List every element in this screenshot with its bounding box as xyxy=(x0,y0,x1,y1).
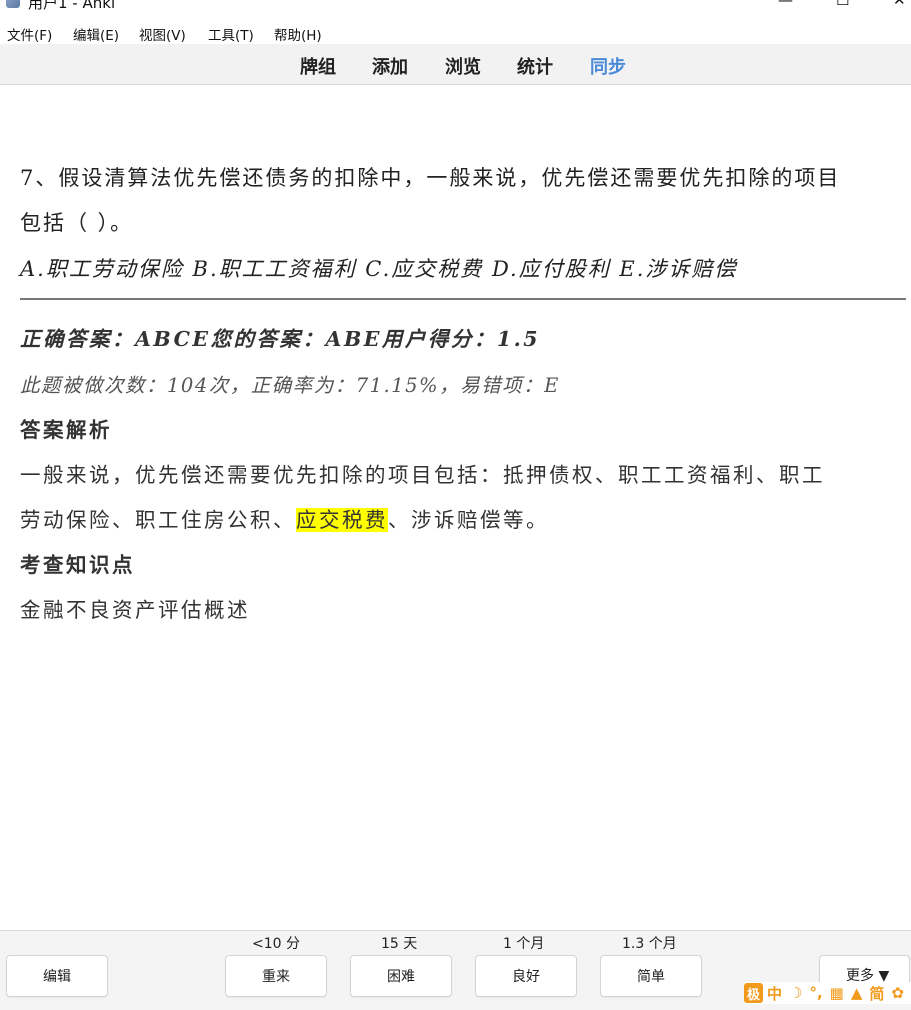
main-toolbar: 牌组 添加 浏览 统计 同步 xyxy=(0,44,911,85)
question-text-line2: 包括（ ）。 xyxy=(20,211,134,235)
title-bar: 用户1 - Anki — ☐ ✕ xyxy=(0,0,911,20)
menu-edit[interactable]: 编辑(E) xyxy=(73,24,119,44)
toolbar-sync[interactable]: 同步 xyxy=(590,53,626,79)
knowledge-title: 考查知识点 xyxy=(20,553,135,577)
knowledge-point: 金融不良资产评估概述 xyxy=(20,598,250,622)
answer-divider xyxy=(20,298,906,300)
menu-help[interactable]: 帮助(H) xyxy=(274,24,322,44)
analysis-text-part2: 、涉诉赔偿等。 xyxy=(388,508,549,532)
maximize-icon[interactable]: ☐ xyxy=(836,0,849,10)
good-button[interactable]: 良好 xyxy=(475,955,577,997)
toolbar-stats[interactable]: 统计 xyxy=(517,53,553,79)
analysis-text-part1: 劳动保险、职工住房公积、 xyxy=(20,508,296,532)
ime-chinese-mode-icon[interactable]: 中 xyxy=(767,983,782,1004)
ime-moon-icon[interactable]: ☽ xyxy=(789,984,802,1002)
ime-simplified-icon[interactable]: 简 xyxy=(869,983,884,1004)
hard-button[interactable]: 困难 xyxy=(350,955,452,997)
toolbar-add[interactable]: 添加 xyxy=(372,53,408,79)
edit-button[interactable]: 编辑 xyxy=(6,955,108,997)
ime-toolbar: 极 中 ☽ °, ▦ ▲ 简 ✿ xyxy=(744,982,911,1004)
menu-bar: 文件(F) 编辑(E) 视图(V) 工具(T) 帮助(H) xyxy=(0,20,911,44)
again-button[interactable]: 重来 xyxy=(225,955,327,997)
ime-user-icon[interactable]: ▲ xyxy=(851,984,863,1002)
analysis-text-line2: 劳动保险、职工住房公积、应交税费、涉诉赔偿等。 xyxy=(20,503,549,533)
answer-result: 正确答案：ABCE您的答案：ABE用户得分：1.5 xyxy=(20,327,541,351)
ime-logo-icon[interactable]: 极 xyxy=(744,983,763,1003)
easy-button[interactable]: 简单 xyxy=(600,955,702,997)
toolbar-browse[interactable]: 浏览 xyxy=(445,53,481,79)
ease-time-again: <10 分 xyxy=(252,936,300,952)
menu-file[interactable]: 文件(F) xyxy=(7,24,52,44)
anki-app-icon xyxy=(6,0,20,8)
window-title: 用户1 - Anki xyxy=(28,0,116,12)
close-icon[interactable]: ✕ xyxy=(893,0,906,10)
question-text-line1: 7、假设清算法优先偿还债务的扣除中，一般来说，优先偿还需要优先扣除的项目 xyxy=(20,166,841,190)
analysis-text-line1: 一般来说，优先偿还需要优先扣除的项目包括：抵押债权、职工工资福利、职工 xyxy=(20,463,825,487)
question-options: A.职工劳动保险 B.职工工资福利 C.应交税费 D.应付股利 E.涉诉赔偿 xyxy=(20,257,738,281)
ime-settings-icon[interactable]: ✿ xyxy=(891,984,904,1002)
ease-time-good: 1 个月 xyxy=(503,936,545,952)
ease-time-easy: 1.3 个月 xyxy=(622,936,677,952)
ease-time-hard: 15 天 xyxy=(381,936,418,952)
highlighted-term: 应交税费 xyxy=(296,508,388,532)
menu-view[interactable]: 视图(V) xyxy=(139,24,186,44)
minimize-icon[interactable]: — xyxy=(778,0,793,10)
menu-tools[interactable]: 工具(T) xyxy=(208,24,254,44)
toolbar-decks[interactable]: 牌组 xyxy=(300,53,336,79)
answer-stats: 此题被做次数：104次，正确率为：71.15%，易错项：E xyxy=(20,374,560,397)
analysis-title: 答案解析 xyxy=(20,418,112,442)
ime-keyboard-icon[interactable]: ▦ xyxy=(830,984,844,1002)
ime-punctuation-icon[interactable]: °, xyxy=(809,984,822,1002)
